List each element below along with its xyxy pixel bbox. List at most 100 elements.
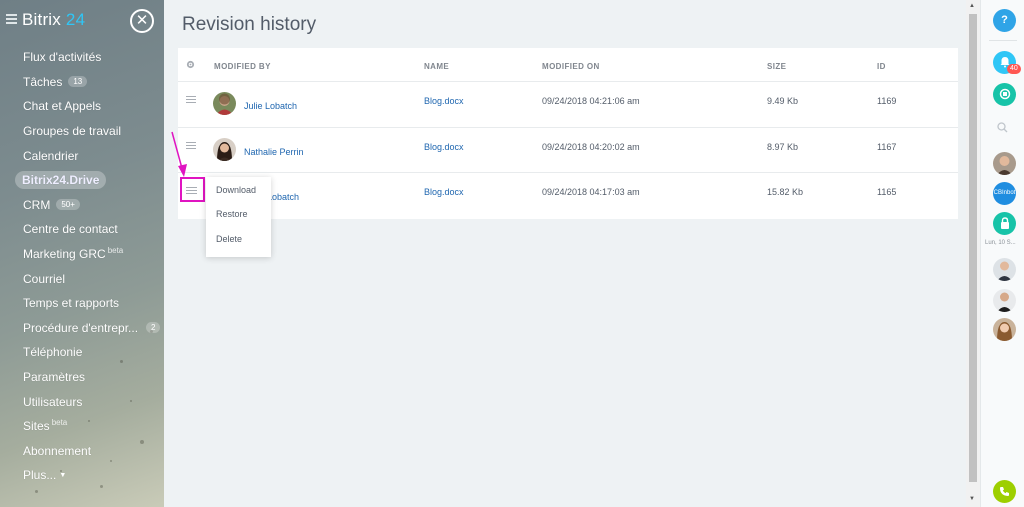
scroll-down-icon[interactable]: ▼ xyxy=(969,496,975,502)
left-sidebar: Bitrix 24 Flux d'activités Tâches 13 Chat… xyxy=(0,0,164,507)
row-context-menu: Download Restore Delete xyxy=(206,177,271,257)
vertical-scrollbar[interactable]: ▲ ▼ xyxy=(966,0,980,507)
sidebar-item-plus[interactable]: Plus... ▼ xyxy=(0,463,164,488)
revision-id: 1167 xyxy=(877,141,897,152)
column-header-modified-by[interactable]: MODIFIED BY xyxy=(214,62,271,71)
revision-id: 1169 xyxy=(877,96,897,106)
file-name-link[interactable]: Blog.docx xyxy=(424,142,464,152)
search-icon[interactable] xyxy=(997,120,1008,138)
activity-stream-icon[interactable] xyxy=(993,83,1016,106)
sidebar-item-label: Sites xyxy=(23,419,50,434)
sidebar-item-label: Flux d'activités xyxy=(23,50,102,65)
sidebar-item-crm[interactable]: CRM 50+ xyxy=(0,193,164,218)
phone-icon[interactable] xyxy=(993,480,1016,503)
menu-item-delete[interactable]: Delete xyxy=(216,234,242,244)
revision-table: MODIFIED BY NAME MODIFIED ON SIZE ID Jul… xyxy=(178,48,958,219)
avatar xyxy=(213,137,236,161)
app-logo[interactable]: Bitrix 24 xyxy=(22,10,85,30)
avatar[interactable] xyxy=(993,258,1016,281)
highlighted-row-menu-button[interactable] xyxy=(180,177,205,202)
sidebar-item-label: Calendrier xyxy=(23,148,79,163)
sidebar-item-label: Groupes de travail xyxy=(23,124,122,139)
sidebar-item-label: Chat et Appels xyxy=(23,99,102,114)
avatar[interactable] xyxy=(993,318,1016,341)
user-link[interactable]: Lobatch xyxy=(267,192,299,202)
lock-icon[interactable] xyxy=(993,212,1016,235)
sidebar-item-calendrier[interactable]: Calendrier xyxy=(0,143,164,168)
table-header: MODIFIED BY NAME MODIFIED ON SIZE ID xyxy=(178,48,958,82)
modified-on: 09/24/2018 04:20:02 am xyxy=(542,141,640,152)
avatar xyxy=(213,92,236,115)
gear-icon[interactable] xyxy=(186,60,195,71)
date-label: Lun, 10 S... xyxy=(985,240,1016,246)
file-size: 8.97 Kb xyxy=(767,141,799,152)
row-menu-icon[interactable] xyxy=(186,96,196,105)
sidebar-item-abonnement[interactable]: Abonnement xyxy=(0,439,164,464)
divider xyxy=(989,40,1017,41)
sidebar-item-courriel[interactable]: Courriel xyxy=(0,266,164,291)
sidebar-item-parametres[interactable]: Paramètres xyxy=(0,365,164,390)
sidebar-item-label: CRM xyxy=(23,197,51,212)
sidebar-item-contact[interactable]: Centre de contact xyxy=(0,217,164,242)
menu-item-download[interactable]: Download xyxy=(216,185,256,195)
sidebar-item-label: Utilisateurs xyxy=(23,394,83,409)
sidebar-item-label: Tâches xyxy=(23,74,63,89)
sidebar-menu: Flux d'activités Tâches 13 Chat et Appels… xyxy=(0,45,164,488)
menu-icon xyxy=(187,187,197,194)
user-link[interactable]: Nathalie Perrin xyxy=(244,147,304,157)
sidebar-item-label: Bitrix24.Drive xyxy=(15,171,107,190)
column-header-name[interactable]: NAME xyxy=(424,62,449,71)
menu-item-restore[interactable]: Restore xyxy=(216,209,248,219)
column-header-size[interactable]: SIZE xyxy=(767,62,786,71)
modified-on: 09/24/2018 04:21:06 am xyxy=(542,96,640,106)
column-header-modified-on[interactable]: MODIFIED ON xyxy=(542,62,600,71)
sidebar-item-telephonie[interactable]: Téléphonie xyxy=(0,340,164,365)
logo-text: Bitrix xyxy=(22,10,61,29)
revision-id: 1165 xyxy=(877,187,897,197)
sidebar-item-label: Centre de contact xyxy=(23,222,118,237)
table-row: Nathalie Perrin Blog.docx 09/24/2018 04:… xyxy=(178,128,958,173)
sidebar-item-utilisateurs[interactable]: Utilisateurs xyxy=(0,389,164,414)
sidebar-item-label: Plus... xyxy=(23,468,57,483)
sidebar-item-flux[interactable]: Flux d'activités xyxy=(0,45,164,70)
sidebar-item-label: Courriel xyxy=(23,271,66,286)
user-link[interactable]: Julie Lobatch xyxy=(244,101,297,111)
scroll-thumb[interactable] xyxy=(969,14,977,482)
file-name-link[interactable]: Blog.docx xyxy=(424,187,464,197)
count-badge: 2 xyxy=(146,322,161,334)
close-icon[interactable]: ✕ xyxy=(130,9,154,33)
table-row: Lobatch Blog.docx 09/24/2018 04:17:03 am… xyxy=(178,173,958,219)
help-icon[interactable]: ? xyxy=(993,9,1016,32)
sidebar-item-drive[interactable]: Bitrix24.Drive xyxy=(0,168,164,193)
avatar[interactable] xyxy=(993,289,1016,312)
beta-tag: beta xyxy=(107,245,124,255)
chatbot-icon[interactable]: CBInbot xyxy=(993,182,1016,205)
scroll-up-icon[interactable]: ▲ xyxy=(969,3,975,9)
sidebar-item-label: Procédure d'entrepr... xyxy=(23,320,139,335)
logo-number: 24 xyxy=(65,10,86,29)
sidebar-item-sites[interactable]: Sites beta xyxy=(0,414,164,439)
notification-count-badge: 40 xyxy=(1007,64,1021,74)
right-bar: ? 40 CBInbot Lun, 10 S... xyxy=(980,0,1024,507)
table-row: Julie Lobatch Blog.docx 09/24/2018 04:21… xyxy=(178,82,958,128)
menu-icon[interactable] xyxy=(6,14,17,26)
file-size: 9.49 Kb xyxy=(767,96,799,106)
sidebar-item-marketing[interactable]: Marketing GRC beta xyxy=(0,242,164,267)
count-badge: 50+ xyxy=(56,199,80,211)
beta-tag: beta xyxy=(51,417,68,427)
column-header-id[interactable]: ID xyxy=(877,62,886,71)
sidebar-item-temps[interactable]: Temps et rapports xyxy=(0,291,164,316)
sidebar-item-procedure[interactable]: Procédure d'entrepr... 2 xyxy=(0,316,164,341)
avatar[interactable] xyxy=(993,152,1016,175)
modified-on: 09/24/2018 04:17:03 am xyxy=(542,187,640,197)
sidebar-item-groupes[interactable]: Groupes de travail xyxy=(0,119,164,144)
sidebar-item-taches[interactable]: Tâches 13 xyxy=(0,70,164,95)
file-name-link[interactable]: Blog.docx xyxy=(424,96,464,106)
sidebar-item-label: Temps et rapports xyxy=(23,296,120,311)
count-badge: 13 xyxy=(68,76,88,88)
file-size: 15.82 Kb xyxy=(767,187,804,197)
chevron-down-icon: ▼ xyxy=(59,471,67,479)
sidebar-item-label: Téléphonie xyxy=(23,345,83,360)
sidebar-item-chat[interactable]: Chat et Appels xyxy=(0,94,164,119)
sidebar-item-label: Marketing GRC xyxy=(23,247,106,262)
